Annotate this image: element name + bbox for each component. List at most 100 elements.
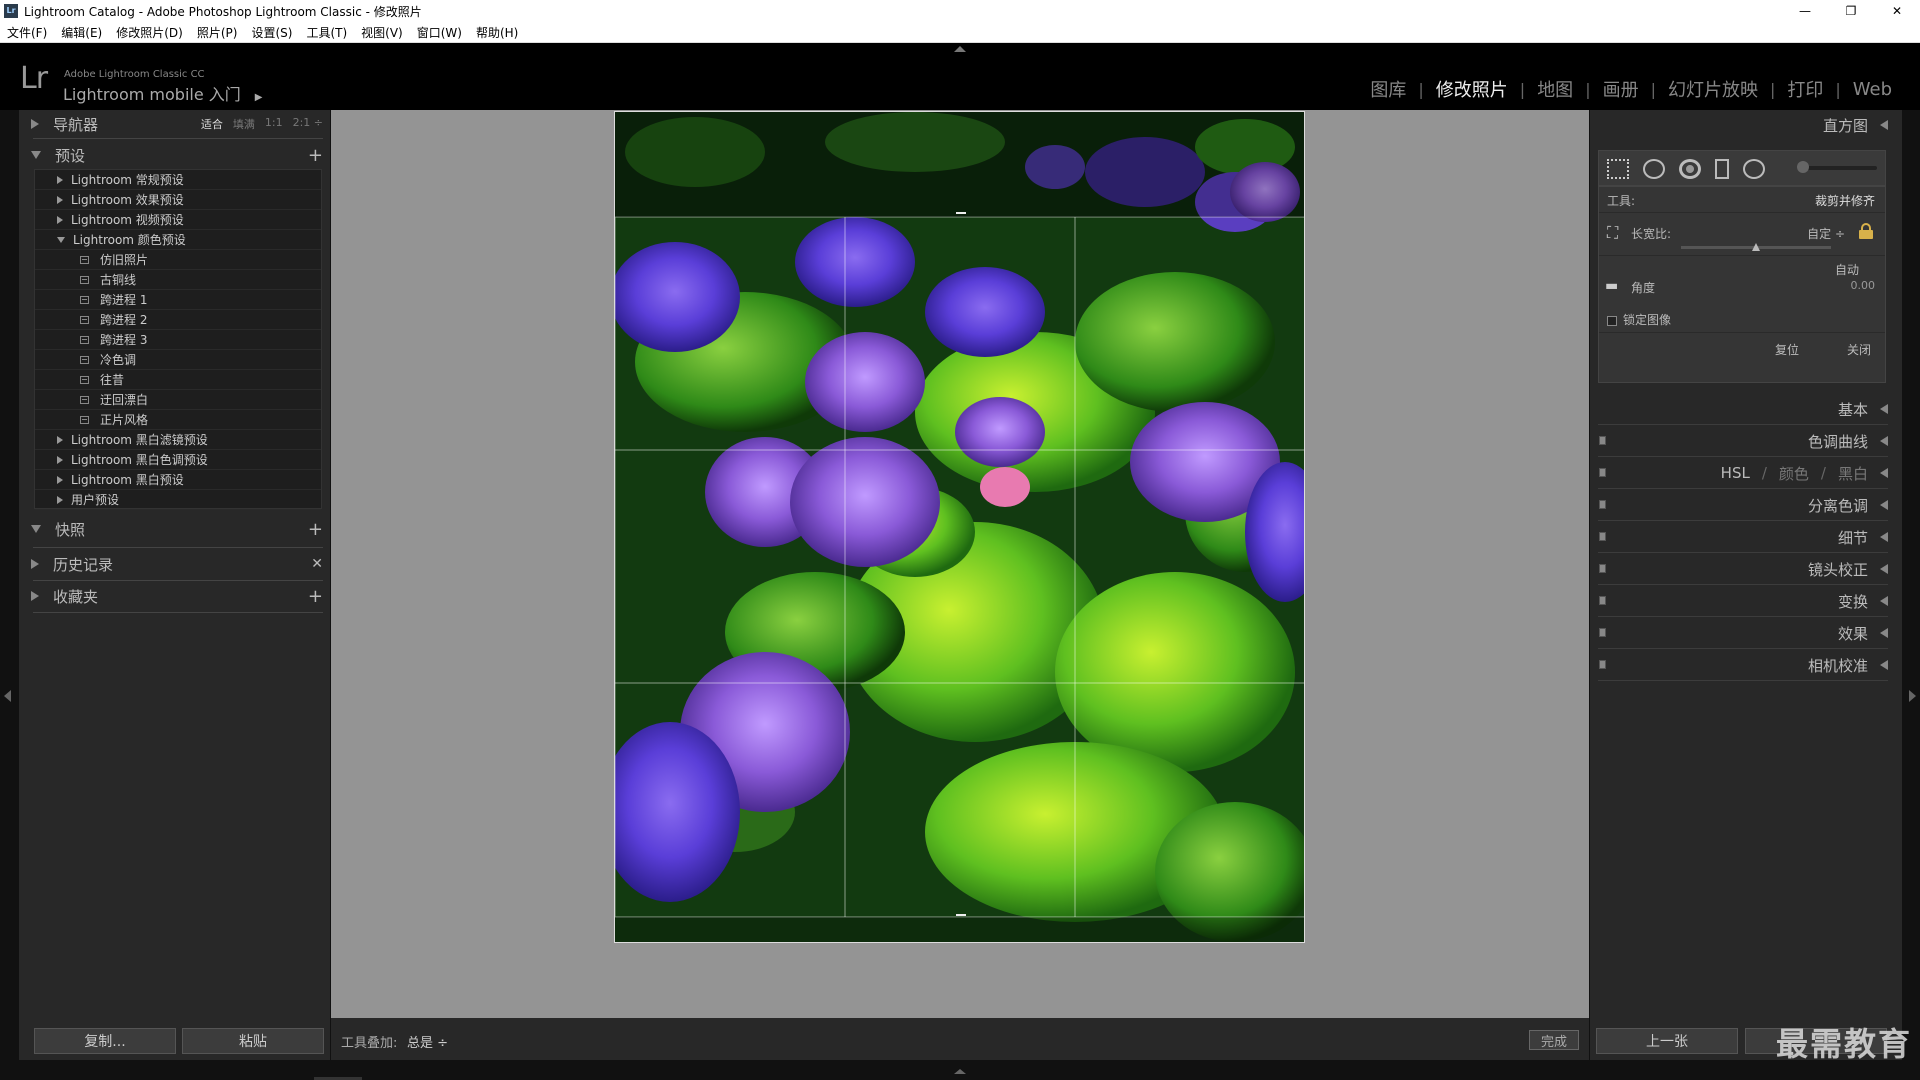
menu-window[interactable]: 窗口(W) xyxy=(410,24,469,41)
hsl-panel-header[interactable]: HSL / 颜色 / 黑白 xyxy=(1721,459,1888,487)
tone-curve-panel-header[interactable]: 色调曲线 xyxy=(1808,427,1888,455)
histogram-header[interactable]: 直方图 xyxy=(1823,111,1888,139)
expand-icon xyxy=(1880,120,1888,130)
preset-item[interactable]: 迂回漂白 xyxy=(35,390,321,410)
hsl-tab-0[interactable]: HSL xyxy=(1721,464,1750,482)
close-button[interactable]: ✕ xyxy=(1874,0,1920,22)
menu-file[interactable]: 文件(F) xyxy=(0,24,54,41)
effects-panel-header[interactable]: 效果 xyxy=(1838,619,1888,647)
auto-straighten-button[interactable]: 自动 xyxy=(1835,261,1859,278)
done-button[interactable]: 完成 xyxy=(1529,1030,1579,1050)
preset-folder[interactable]: Lightroom 黑白滤镜预设 xyxy=(35,430,321,450)
preset-folder[interactable]: Lightroom 视频预设 xyxy=(35,210,321,230)
module-print[interactable]: 打印 xyxy=(1775,76,1835,102)
aspect-select[interactable]: 自定 ÷ xyxy=(1807,225,1845,242)
panel-toggle-switch[interactable] xyxy=(1599,596,1606,605)
preset-folder[interactable]: Lightroom 颜色预设 xyxy=(35,230,321,250)
angle-slider[interactable] xyxy=(1681,243,1831,251)
collections-header[interactable]: 收藏夹 + xyxy=(31,582,331,610)
preset-item[interactable]: 跨进程 2 xyxy=(35,310,321,330)
top-panel-toggle-icon[interactable] xyxy=(954,46,966,52)
constrain-checkbox[interactable]: 锁定图像 xyxy=(1607,311,1671,328)
transform-panel-header[interactable]: 变换 xyxy=(1838,587,1888,615)
panel-toggle-switch[interactable] xyxy=(1599,436,1606,445)
preset-folder[interactable]: Lightroom 黑白预设 xyxy=(35,470,321,490)
preset-folder[interactable]: 用户预设 xyxy=(35,490,321,510)
hsl-tab-2[interactable]: 黑白 xyxy=(1838,463,1868,484)
module-slideshow[interactable]: 幻灯片放映 xyxy=(1656,76,1770,102)
module-library[interactable]: 图库 xyxy=(1358,76,1418,102)
zoom-1-1[interactable]: 1:1 xyxy=(265,116,283,132)
lock-icon[interactable] xyxy=(1859,223,1873,239)
panel-toggle-switch[interactable] xyxy=(1599,564,1606,573)
maximize-button[interactable]: ❐ xyxy=(1828,0,1874,22)
menu-develop[interactable]: 修改照片(D) xyxy=(109,24,190,41)
add-collection-icon[interactable]: + xyxy=(308,586,323,607)
panel-toggle-switch[interactable] xyxy=(1599,628,1606,637)
add-preset-icon[interactable]: + xyxy=(308,145,323,166)
hsl-tab-1[interactable]: 颜色 xyxy=(1779,463,1809,484)
preset-item[interactable]: 冷色调 xyxy=(35,350,321,370)
panel-toggle-switch[interactable] xyxy=(1599,660,1606,669)
crop-frame-icon[interactable]: ⛶ xyxy=(1607,223,1618,243)
preset-item[interactable]: 正片风格 xyxy=(35,410,321,430)
brush-slider[interactable] xyxy=(1797,161,1877,173)
add-snapshot-icon[interactable]: + xyxy=(308,519,323,540)
preset-folder[interactable]: Lightroom 常规预设 xyxy=(35,170,321,190)
detail-panel-header[interactable]: 细节 xyxy=(1838,523,1888,551)
panel-toggle-switch[interactable] xyxy=(1599,468,1606,477)
preset-folder[interactable]: Lightroom 效果预设 xyxy=(35,190,321,210)
preset-item[interactable]: 跨进程 1 xyxy=(35,290,321,310)
zoom-fit[interactable]: 适合 xyxy=(201,116,223,132)
presets-header[interactable]: 预设 + xyxy=(31,141,331,169)
panel-toggle-switch[interactable] xyxy=(1599,532,1606,541)
close-crop-button[interactable]: 关闭 xyxy=(1847,341,1871,358)
preset-item[interactable]: 仿旧照片 xyxy=(35,250,321,270)
module-book[interactable]: 画册 xyxy=(1591,76,1651,102)
red-eye-icon[interactable] xyxy=(1679,159,1701,179)
lens-corrections-panel-header[interactable]: 镜头校正 xyxy=(1808,555,1888,583)
menu-tools[interactable]: 工具(T) xyxy=(299,24,354,41)
left-panel-toggle-icon[interactable] xyxy=(4,690,11,702)
crop-overlay-icon[interactable] xyxy=(1607,159,1629,179)
menu-view[interactable]: 视图(V) xyxy=(354,24,410,41)
panel-toggle-switch[interactable] xyxy=(1599,500,1606,509)
menu-photo[interactable]: 照片(P) xyxy=(190,24,245,41)
snapshots-header[interactable]: 快照 + xyxy=(31,515,331,543)
mobile-get-started[interactable]: Lightroom mobile 入门 ▶ xyxy=(63,81,262,105)
photo-hydrangea[interactable] xyxy=(614,111,1305,943)
zoom-fill[interactable]: 填满 xyxy=(233,116,255,132)
copy-settings-button[interactable]: 复制... xyxy=(34,1028,176,1054)
module-map[interactable]: 地图 xyxy=(1525,76,1585,102)
preset-folder[interactable]: Lightroom 黑白色调预设 xyxy=(35,450,321,470)
radial-filter-icon[interactable] xyxy=(1743,159,1765,179)
menu-help[interactable]: 帮助(H) xyxy=(469,24,525,41)
preset-item[interactable]: 往昔 xyxy=(35,370,321,390)
navigator-header[interactable]: 导航器 适合 填满 1:1 2:1 ÷ xyxy=(31,110,331,138)
angle-slider-thumb[interactable] xyxy=(1752,243,1760,251)
straighten-tool-icon[interactable]: ▬ xyxy=(1605,278,1618,294)
aspect-row: ⛶ 长宽比: 自定 ÷ xyxy=(1599,221,1885,245)
module-web[interactable]: Web xyxy=(1841,79,1904,100)
spot-removal-icon[interactable] xyxy=(1643,159,1665,179)
camera-calibration-panel-header[interactable]: 相机校准 xyxy=(1808,651,1888,679)
clear-history-icon[interactable]: ✕ xyxy=(311,556,323,572)
basic-panel-header[interactable]: 基本 xyxy=(1838,395,1888,423)
reset-button[interactable]: 复位 xyxy=(1775,341,1799,358)
zoom-2-1[interactable]: 2:1 ÷ xyxy=(293,116,323,132)
tool-overlay-select[interactable]: 总是 ÷ xyxy=(407,1032,448,1051)
module-develop[interactable]: 修改照片 xyxy=(1424,76,1520,102)
preset-item[interactable]: 跨进程 3 xyxy=(35,330,321,350)
menu-edit[interactable]: 编辑(E) xyxy=(54,24,109,41)
right-panel-toggle-icon[interactable] xyxy=(1909,690,1916,702)
split-toning-panel-header[interactable]: 分离色调 xyxy=(1808,491,1888,519)
paste-settings-button[interactable]: 粘贴 xyxy=(182,1028,324,1054)
preset-item[interactable]: 古铜线 xyxy=(35,270,321,290)
filmstrip-toggle-icon[interactable] xyxy=(954,1069,966,1074)
minimize-button[interactable]: — xyxy=(1782,0,1828,22)
history-header[interactable]: 历史记录 ✕ xyxy=(31,550,331,578)
menu-settings[interactable]: 设置(S) xyxy=(244,24,299,41)
previous-button[interactable]: 上一张 xyxy=(1596,1028,1738,1054)
graduated-filter-icon[interactable] xyxy=(1715,159,1729,179)
image-canvas xyxy=(331,110,1589,1018)
